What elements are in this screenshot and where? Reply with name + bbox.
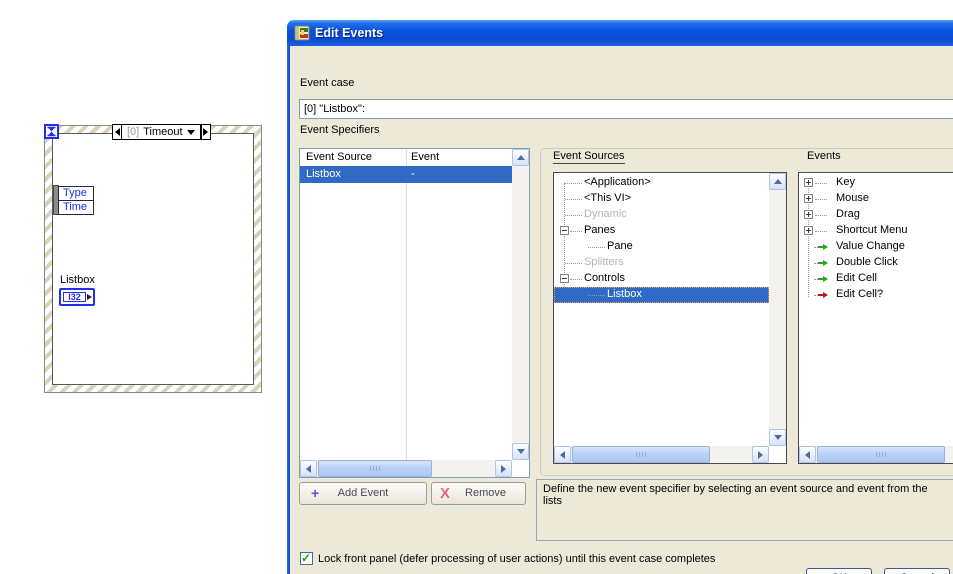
collapse-icon[interactable] [560, 226, 569, 235]
event-structure-content [52, 133, 254, 385]
table-row[interactable]: Listbox - [300, 166, 512, 183]
listbox-terminal[interactable]: I32 [59, 288, 95, 306]
tree-item-value-change[interactable]: Value Change [799, 239, 953, 255]
tree-item-dynamic[interactable]: Dynamic [554, 207, 769, 223]
x-icon: X [440, 485, 451, 502]
screenshot-root: [0] Timeout Type Time Listbox I32 Edit E… [0, 0, 953, 574]
event-data-item-type[interactable]: Type [58, 186, 94, 201]
tree-item-splitters[interactable]: Splitters [554, 255, 769, 271]
terminal-label: Listbox [60, 274, 95, 286]
lock-front-panel-label: Lock front panel (defer processing of us… [318, 553, 716, 565]
scroll-down-icon[interactable] [769, 429, 786, 446]
column-divider [406, 149, 407, 460]
description-text: Define the new event specifier by select… [543, 483, 928, 507]
edit-events-dialog: Edit Events Event case Event Specifiers … [287, 20, 953, 574]
previous-case-arrow-icon[interactable] [112, 124, 122, 140]
terminal-datatype: I32 [63, 292, 86, 302]
dialog-titlebar[interactable]: Edit Events [287, 20, 953, 46]
add-event-button[interactable]: + Add Event [299, 482, 427, 505]
expand-icon[interactable] [804, 226, 813, 235]
cell-event-source: Listbox [306, 168, 341, 180]
tree-rows: <Application> <This VI> Dynamic Panes Pa… [554, 175, 769, 303]
notify-event-icon [818, 276, 829, 282]
events-label: Events [807, 150, 841, 162]
scroll-right-icon[interactable] [495, 460, 512, 477]
event-sources-label: Event Sources [553, 150, 625, 164]
case-name: Timeout [143, 126, 183, 138]
labview-app-icon [294, 25, 310, 41]
event-case-selector-label[interactable]: [0] Timeout [122, 124, 201, 140]
expand-icon[interactable] [804, 194, 813, 203]
dialog-title: Edit Events [315, 26, 384, 40]
timeout-terminal-icon[interactable] [44, 124, 59, 139]
ok-button[interactable]: OK [806, 568, 872, 574]
next-case-arrow-icon[interactable] [200, 124, 211, 140]
horizontal-scrollbar[interactable] [554, 446, 769, 463]
scroll-left-icon[interactable] [300, 460, 317, 477]
horizontal-scrollbar[interactable] [799, 446, 953, 463]
event-case-field[interactable] [299, 99, 953, 119]
event-case-selector: [0] Timeout [112, 124, 211, 140]
lock-front-panel-checkbox[interactable] [300, 551, 313, 565]
event-specifiers-label: Event Specifiers [300, 124, 380, 136]
event-data-item-time[interactable]: Time [58, 200, 94, 215]
column-header-event[interactable]: Event [411, 151, 439, 163]
tree-rows: Key Mouse Drag Shortcut Menu Value Chang… [799, 175, 953, 303]
tree-item-this-vi[interactable]: <This VI> [554, 191, 769, 207]
event-case-label: Event case [300, 77, 355, 89]
expand-icon[interactable] [804, 178, 813, 187]
tree-item-edit-cell-filter[interactable]: Edit Cell? [799, 287, 953, 303]
collapse-icon[interactable] [560, 274, 569, 283]
tree-item-double-click[interactable]: Double Click [799, 255, 953, 271]
tree-item-listbox[interactable]: Listbox [554, 287, 769, 303]
tree-item-pane[interactable]: Pane [554, 239, 769, 255]
dialog-body: Event case Event Specifiers Event Source… [287, 46, 953, 574]
remove-button[interactable]: X Remove [431, 482, 526, 505]
event-structure-border[interactable] [44, 125, 262, 393]
tree-item-shortcut-menu[interactable]: Shortcut Menu [799, 223, 953, 239]
scrollbar-thumb[interactable] [572, 446, 710, 463]
event-specifiers-table: Event Source Event Listbox - [299, 148, 530, 478]
scroll-down-icon[interactable] [512, 443, 529, 460]
scroll-left-icon[interactable] [554, 446, 571, 463]
plus-icon: + [311, 485, 320, 501]
cell-event: - [411, 168, 415, 180]
description-box: Define the new event specifier by select… [536, 479, 953, 541]
dropdown-arrow-icon[interactable] [186, 129, 195, 135]
tree-item-mouse[interactable]: Mouse [799, 191, 953, 207]
tree-item-controls[interactable]: Controls [554, 271, 769, 287]
column-header-event-source[interactable]: Event Source [306, 151, 372, 163]
event-sources-tree: <Application> <This VI> Dynamic Panes Pa… [553, 172, 787, 464]
scroll-left-icon[interactable] [799, 446, 816, 463]
scroll-right-icon[interactable] [752, 446, 769, 463]
vertical-scrollbar[interactable] [769, 173, 786, 446]
scrollbar-thumb[interactable] [318, 460, 432, 477]
dialog-left-border [287, 46, 290, 574]
tree-item-key[interactable]: Key [799, 175, 953, 191]
scrollbar-thumb[interactable] [817, 446, 945, 463]
cancel-button[interactable]: Cancel [884, 568, 950, 574]
tree-item-panes[interactable]: Panes [554, 223, 769, 239]
terminal-output-arrow-icon [87, 294, 92, 300]
scroll-up-icon[interactable] [512, 149, 529, 166]
case-index: [0] [127, 126, 140, 138]
expand-icon[interactable] [804, 210, 813, 219]
events-tree: Key Mouse Drag Shortcut Menu Value Chang… [798, 172, 953, 464]
vertical-scrollbar[interactable] [512, 149, 529, 460]
horizontal-scrollbar[interactable] [300, 460, 512, 477]
filter-event-icon [818, 292, 829, 298]
notify-event-icon [818, 244, 829, 250]
notify-event-icon [818, 260, 829, 266]
tree-item-drag[interactable]: Drag [799, 207, 953, 223]
tree-item-application[interactable]: <Application> [554, 175, 769, 191]
scroll-up-icon[interactable] [769, 173, 786, 190]
tree-item-edit-cell[interactable]: Edit Cell [799, 271, 953, 287]
